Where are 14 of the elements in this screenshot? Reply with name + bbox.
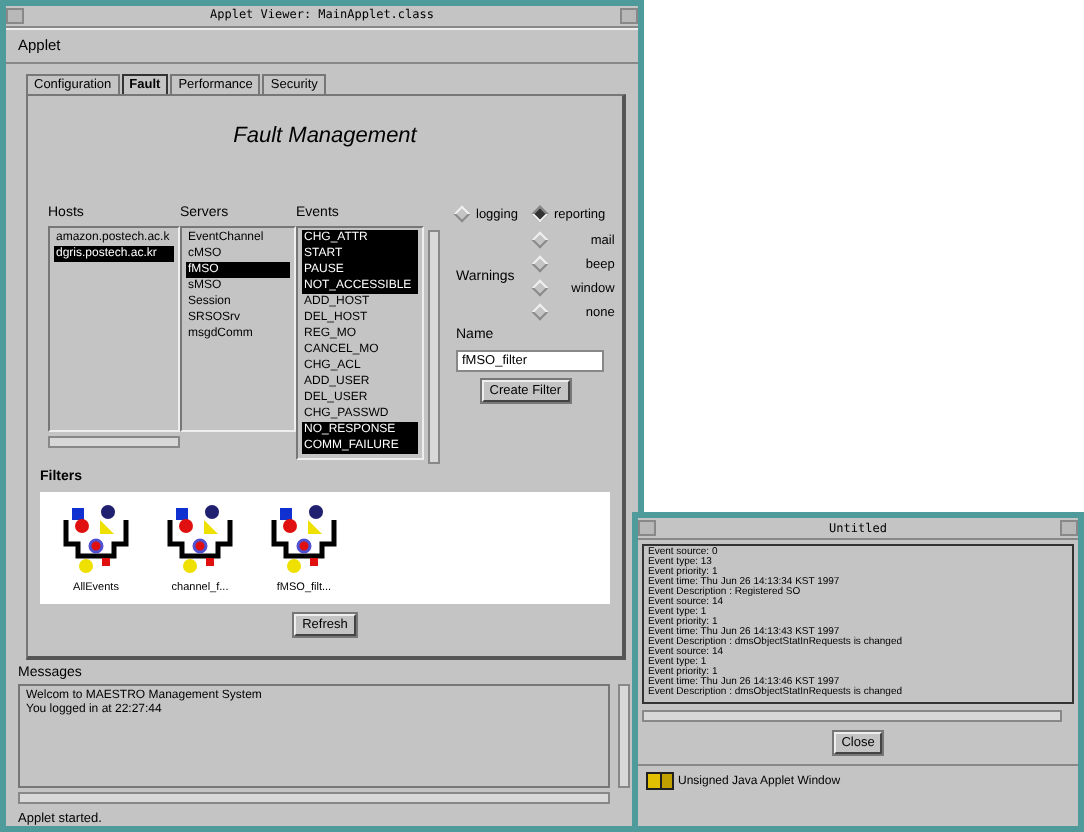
window-menu-button[interactable] [6, 7, 24, 24]
filter-icon[interactable] [270, 503, 338, 576]
output-text-area[interactable] [642, 544, 1074, 704]
window-menu-button[interactable] [638, 520, 656, 536]
horizontal-scrollbar[interactable] [18, 792, 610, 804]
maximize-button[interactable] [620, 7, 638, 24]
filter-icon[interactable] [62, 503, 130, 576]
maximize-button[interactable] [1060, 520, 1078, 536]
panel-heading: Fault Management [231, 123, 420, 148]
horizontal-scrollbar[interactable] [642, 710, 1062, 722]
filter-icon[interactable] [166, 503, 234, 576]
vertical-scrollbar[interactable] [428, 229, 440, 464]
horizontal-scrollbar[interactable] [48, 435, 180, 448]
vertical-scrollbar[interactable] [618, 684, 630, 789]
